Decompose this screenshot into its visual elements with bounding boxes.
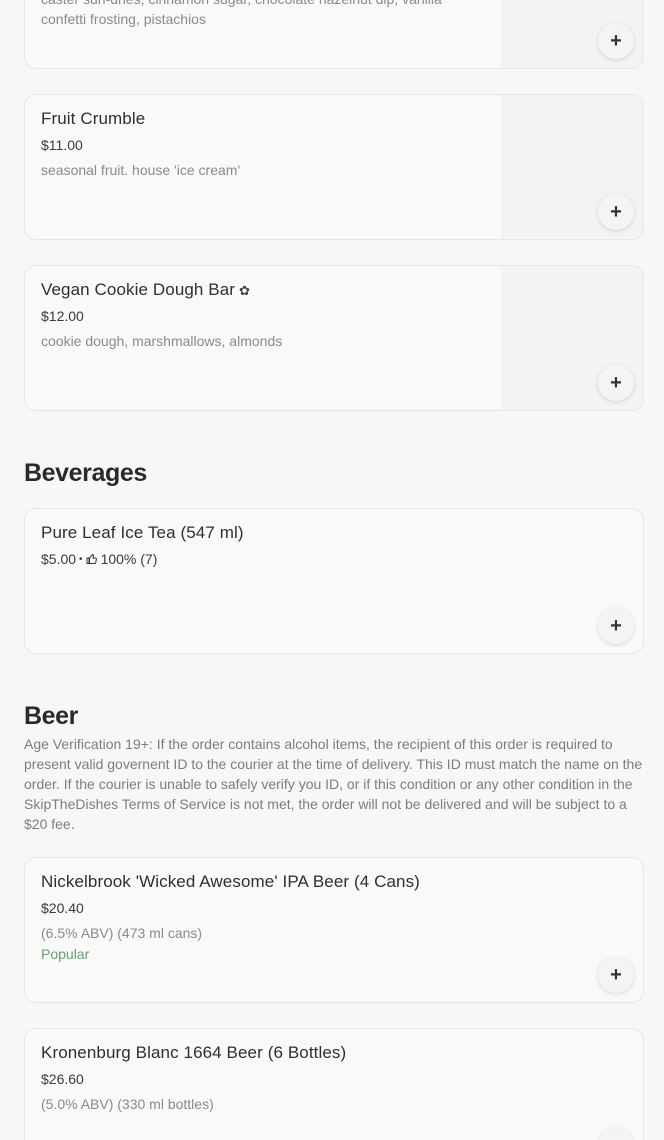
- item-price: $20.40: [41, 900, 84, 916]
- add-to-cart-button[interactable]: +: [598, 194, 634, 230]
- add-to-cart-button[interactable]: +: [598, 365, 634, 401]
- item-description-line: confetti frosting, pistachios: [41, 11, 206, 27]
- item-price: $26.60: [41, 1071, 84, 1087]
- item-meta: $5.00 • 100% (7): [41, 551, 157, 567]
- item-description: cookie dough, marshmallows, almonds: [41, 333, 283, 349]
- item-description: caster sun-dries, cinnamon sugar, chocol…: [41, 0, 493, 29]
- item-name: Nickelbrook 'Wicked Awesome' IPA Beer (4…: [41, 872, 420, 891]
- item-name: Vegan Cookie Dough Bar: [41, 280, 236, 299]
- item-description: (6.5% ABV) (473 ml cans): [41, 925, 203, 941]
- add-to-cart-button[interactable]: +: [598, 957, 634, 993]
- item-name: Kronenburg Blanc 1664 Beer (6 Bottles): [41, 1043, 347, 1062]
- menu-page: caster sun-dries, cinnamon sugar, chocol…: [0, 0, 664, 1140]
- add-to-cart-button[interactable]: +: [598, 608, 634, 644]
- menu-item-card[interactable]: caster sun-dries, cinnamon sugar, chocol…: [24, 0, 644, 69]
- item-price: $11.00: [41, 137, 83, 153]
- item-description: (5.0% ABV) (330 ml bottles): [41, 1096, 214, 1112]
- item-price: $5.00: [41, 551, 77, 567]
- menu-item-card[interactable]: Nickelbrook 'Wicked Awesome' IPA Beer (4…: [24, 857, 644, 1003]
- menu-item-card[interactable]: Vegan Cookie Dough Bar ✿ $12.00 cookie do…: [24, 265, 644, 411]
- item-rating: 100% (7): [100, 551, 158, 567]
- add-to-cart-button[interactable]: +: [598, 1128, 634, 1140]
- menu-item-card[interactable]: Kronenburg Blanc 1664 Beer (6 Bottles) $…: [24, 1028, 644, 1140]
- separator-dot: •: [79, 553, 83, 565]
- add-to-cart-button[interactable]: +: [598, 23, 634, 59]
- menu-item-card[interactable]: Pure Leaf Ice Tea (547 ml) $5.00 • 100% …: [24, 508, 644, 654]
- thumbs-up-icon: [86, 554, 97, 564]
- section-title: Beverages: [24, 459, 147, 487]
- item-description: seasonal fruit. house 'ice cream': [41, 162, 241, 178]
- item-description-line: caster sun-dries, cinnamon sugar, chocol…: [41, 0, 493, 9]
- leaf-icon: ✿: [239, 283, 251, 298]
- popular-badge: Popular: [41, 946, 90, 962]
- section-title: Beer: [24, 702, 78, 730]
- item-price: $12.00: [41, 308, 84, 324]
- menu-item-card[interactable]: Fruit Crumble $11.00 seasonal fruit. hou…: [24, 94, 644, 240]
- item-name: Pure Leaf Ice Tea (547 ml): [41, 523, 244, 542]
- item-name-row: Vegan Cookie Dough Bar ✿: [41, 280, 250, 300]
- section-description: Age Verification 19+: If the order conta…: [24, 736, 643, 832]
- item-name: Fruit Crumble: [41, 109, 146, 128]
